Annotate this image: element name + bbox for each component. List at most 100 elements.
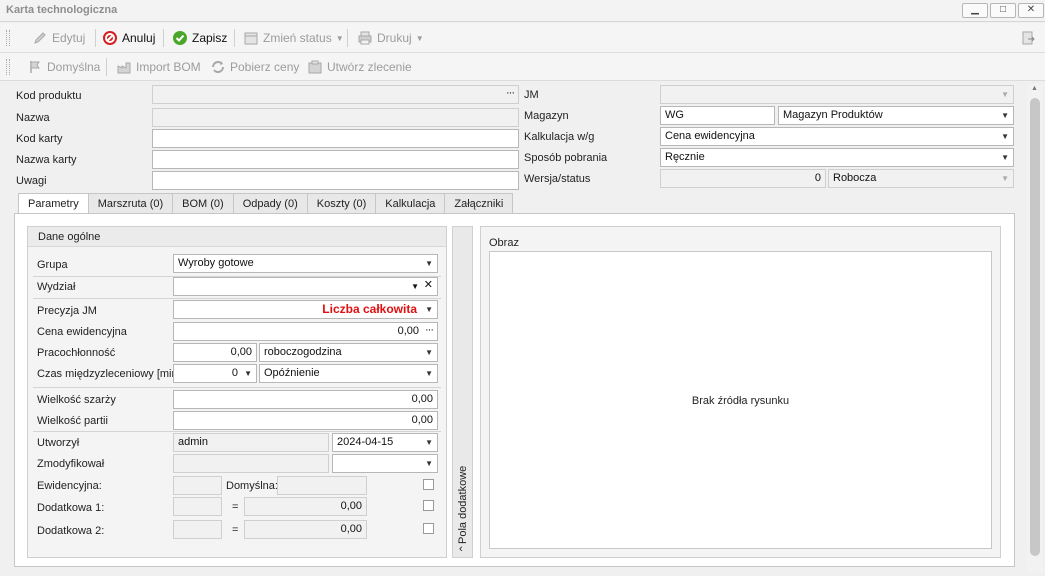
labor-input[interactable]: 0,00 [173, 343, 257, 362]
lot-size-input[interactable]: 0,00 [173, 411, 438, 430]
card-code-input[interactable] [152, 129, 519, 148]
group-value: Wyroby gotowe [178, 257, 254, 269]
set-default-button[interactable]: Domyślna [27, 56, 100, 78]
ellipsis-icon[interactable]: ··· [506, 86, 515, 102]
modified-date-select[interactable]: ▼ [332, 454, 438, 473]
warehouse-label: Magazyn [524, 110, 569, 122]
batch-size-value: 0,00 [411, 393, 433, 405]
uom-select[interactable]: ▼ [660, 85, 1014, 104]
maximize-icon: □ [999, 4, 1007, 15]
toolbar-grip[interactable] [6, 59, 10, 75]
flag-icon [27, 59, 43, 75]
warehouse-code-input[interactable]: WG [660, 106, 775, 125]
chevron-down-icon: ▼ [425, 305, 433, 314]
dept-select[interactable]: ▼ ✕ [173, 277, 438, 296]
tab-kalkulacja[interactable]: Kalkulacja [375, 193, 446, 214]
extra1-checkbox[interactable] [423, 500, 434, 511]
printer-icon [357, 30, 373, 46]
edit-label: Edytuj [52, 31, 86, 45]
minimize-button[interactable]: ▁ [962, 3, 988, 18]
chevron-left-icon[interactable]: ‹ [459, 543, 463, 555]
chevron-down-icon: ▼ [1001, 111, 1009, 120]
tab-parametry[interactable]: Parametry [18, 193, 89, 215]
vertical-scrollbar[interactable]: ▲ [1027, 84, 1043, 572]
tab-marszruta[interactable]: Marszruta (0) [87, 193, 174, 214]
interval-select[interactable]: 0 ▼ [173, 364, 257, 383]
interval-type-value: Opóźnienie [264, 367, 320, 379]
created-date-select[interactable]: 2024-04-15 ▼ [332, 433, 438, 452]
export-button[interactable] [1020, 27, 1036, 49]
price-input[interactable]: 0,00 ··· [173, 322, 438, 341]
precision-label: Precyzja JM [37, 305, 97, 317]
notes-input[interactable] [152, 171, 519, 190]
fetch-prices-button[interactable]: Pobierz ceny [210, 56, 299, 78]
clear-icon[interactable]: ✕ [424, 278, 433, 294]
warehouse-name-select[interactable]: Magazyn Produktów ▼ [778, 106, 1014, 125]
calc-select[interactable]: Cena ewidencyjna ▼ [660, 127, 1014, 146]
save-button[interactable]: Zapisz [172, 27, 227, 49]
divider [33, 431, 441, 432]
divider [33, 298, 441, 299]
chevron-down-icon: ▼ [1001, 132, 1009, 141]
tab-odpady[interactable]: Odpady (0) [232, 193, 308, 214]
extra-fields-panel[interactable]: Pola dodatkowe ‹ [452, 226, 473, 558]
product-code-field[interactable]: ··· [152, 85, 519, 104]
create-order-label: Utwórz zlecenie [327, 60, 412, 74]
image-area[interactable]: Brak źródła rysunku [489, 251, 992, 549]
edit-button[interactable]: Edytuj [32, 27, 85, 49]
scroll-up-icon[interactable]: ▲ [1031, 85, 1038, 92]
name-field[interactable] [152, 108, 519, 127]
version-label: Wersja/status [524, 173, 591, 185]
chevron-down-icon: ▼ [425, 259, 433, 268]
precision-select[interactable]: Liczba całkowita ▼ [173, 300, 438, 319]
card-name-input[interactable] [152, 150, 519, 169]
toolbar-separator [95, 29, 96, 47]
print-button[interactable]: Drukuj ▼ [357, 27, 424, 49]
toolbar-separator [106, 58, 107, 76]
cancel-button[interactable]: Anuluj [102, 27, 155, 49]
window-title: Karta technologiczna [6, 4, 118, 16]
import-bom-button[interactable]: Import BOM [116, 56, 201, 78]
tab-koszty[interactable]: Koszty (0) [306, 193, 377, 214]
method-select[interactable]: Ręcznie ▼ [660, 148, 1014, 167]
chevron-down-icon[interactable]: ▼ [411, 278, 419, 295]
minimize-icon: ▁ [971, 4, 979, 15]
equals-sign: = [232, 501, 239, 513]
toolbar-grip[interactable] [6, 30, 10, 46]
method-value: Ręcznie [665, 151, 705, 163]
version-number-field: 0 [660, 169, 826, 188]
check-circle-icon [172, 30, 188, 46]
group-select[interactable]: Wyroby gotowe ▼ [173, 254, 438, 273]
record-checkbox[interactable] [423, 479, 434, 490]
chevron-down-icon: ▼ [425, 369, 433, 378]
version-status-select: Robocza ▼ [828, 169, 1014, 188]
labor-unit-select[interactable]: roboczogodzina ▼ [259, 343, 438, 362]
image-title: Obraz [489, 237, 519, 249]
ellipsis-icon[interactable]: ··· [425, 323, 434, 339]
maximize-button[interactable]: □ [990, 3, 1016, 18]
dept-label: Wydział [37, 281, 76, 293]
card-name-label: Nazwa karty [16, 154, 77, 166]
interval-type-select[interactable]: Opóźnienie ▼ [259, 364, 438, 383]
change-status-button[interactable]: Zmień status ▼ [243, 27, 344, 49]
window-titlebar: Karta technologiczna ▁ □ ✕ [0, 0, 1045, 22]
close-button[interactable]: ✕ [1018, 3, 1044, 18]
tab-zalaczniki[interactable]: Załączniki [444, 193, 514, 214]
warehouse-code-value: WG [665, 109, 684, 121]
divider [33, 387, 441, 388]
extra1-value-field: 0,00 [244, 497, 367, 516]
version-number-value: 0 [814, 172, 821, 184]
tab-bom[interactable]: BOM (0) [172, 193, 234, 214]
modified-by-field [173, 454, 329, 473]
create-order-button[interactable]: Utwórz zlecenie [307, 56, 412, 78]
batch-size-input[interactable]: 0,00 [173, 390, 438, 409]
scrollbar-thumb[interactable] [1030, 98, 1040, 556]
extra-fields-label-wrap: Pola dodatkowe [456, 466, 470, 545]
chevron-down-icon: ▼ [425, 459, 433, 468]
import-bom-label: Import BOM [136, 60, 201, 74]
extra2-checkbox[interactable] [423, 523, 434, 534]
created-by-field: admin [173, 433, 329, 452]
cancel-icon [102, 30, 118, 46]
extra2-value: 0,00 [340, 523, 362, 535]
toolbar-separator [234, 29, 235, 47]
